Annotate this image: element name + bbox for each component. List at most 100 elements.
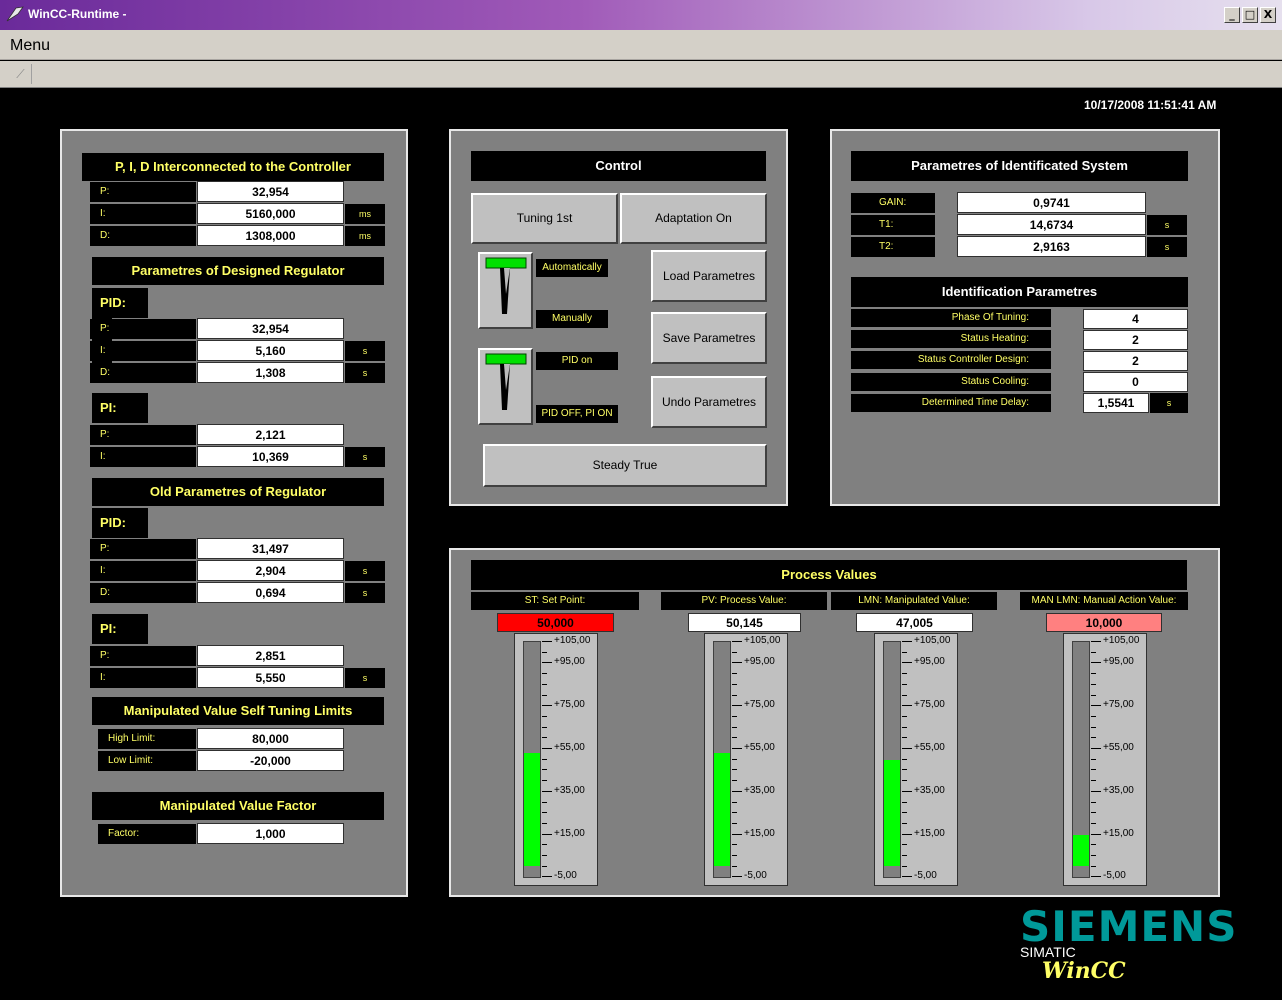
- old-pi-p-label: P:: [90, 646, 196, 666]
- toolbar: ⟋: [0, 61, 1282, 88]
- pid-conn-p-value: 32,954: [197, 181, 344, 202]
- gauge-tick-label: +95,00: [1103, 656, 1134, 667]
- close-button[interactable]: X: [1260, 7, 1276, 23]
- pid-pi-toggle[interactable]: [478, 348, 533, 425]
- gauge-tick-label: +15,00: [554, 828, 585, 839]
- old-pid-d-value: 0,694: [197, 582, 344, 603]
- gauge-major-tick: [902, 791, 912, 792]
- t1-label: T1:: [851, 215, 935, 235]
- gauge-value: 47,005: [856, 613, 973, 632]
- gauge-fill: [1073, 835, 1089, 866]
- gauge-major-tick: [732, 662, 742, 663]
- gauge-minor-tick: [542, 780, 547, 781]
- gauge-minor-tick: [732, 695, 737, 696]
- gauge-minor-tick: [542, 695, 547, 696]
- gauge-minor-tick: [1091, 759, 1096, 760]
- low-limit-label: Low Limit:: [98, 751, 196, 771]
- designed-pi-p-label: P:: [90, 425, 196, 445]
- gauge-minor-tick: [902, 780, 907, 781]
- pid-conn-d-unit: ms: [345, 226, 385, 246]
- timestamp: 10/17/2008 11:51:41 AM: [1084, 98, 1217, 112]
- gain-label: GAIN:: [851, 193, 935, 213]
- load-parametres-button[interactable]: Load Parametres: [651, 250, 767, 302]
- gauge-minor-tick: [902, 866, 907, 867]
- gauge-fill: [884, 760, 900, 866]
- old-pid-label: PID:: [92, 508, 148, 538]
- gauge-tick-label: +55,00: [554, 742, 585, 753]
- gauge-tick-label: +95,00: [914, 656, 945, 667]
- status-cooling-label: Status Cooling:: [851, 373, 1051, 391]
- gauge-minor-tick: [1091, 866, 1096, 867]
- control-title: Control: [471, 151, 766, 181]
- adaptation-on-button[interactable]: Adaptation On: [620, 193, 767, 244]
- gauge-tick-label: +105,00: [1103, 635, 1140, 646]
- gauge-tick-label: +55,00: [914, 742, 945, 753]
- gauge-label: MAN LMN: Manual Action Value:: [1020, 592, 1188, 610]
- gauge-minor-tick: [542, 812, 547, 813]
- designed-pid-i-value: 5,160: [197, 340, 344, 361]
- undo-parametres-button[interactable]: Undo Parametres: [651, 376, 767, 428]
- gauge-minor-tick: [1091, 673, 1096, 674]
- designed-pi-i-label: I:: [90, 447, 196, 467]
- old-regulator-title: Old Parametres of Regulator: [92, 478, 384, 506]
- gauge-minor-tick: [902, 652, 907, 653]
- gauge-major-tick: [542, 641, 552, 642]
- gauge-tick-label: +55,00: [1103, 742, 1134, 753]
- gauge-major-tick: [732, 876, 742, 877]
- old-pid-i-value: 2,904: [197, 560, 344, 581]
- gauge-major-tick: [542, 662, 552, 663]
- gauge-minor-tick: [542, 673, 547, 674]
- gauge-minor-tick: [542, 844, 547, 845]
- designed-pi-i-unit: s: [345, 447, 385, 467]
- maximize-button[interactable]: □: [1242, 7, 1258, 23]
- gauge-minor-tick: [542, 684, 547, 685]
- gauge-minor-tick: [732, 855, 737, 856]
- gauge-tick-label: +35,00: [744, 785, 775, 796]
- designed-pi-p-value: 2,121: [197, 424, 344, 445]
- gauge-major-tick: [1091, 748, 1101, 749]
- gauge-tick-label: +75,00: [744, 699, 775, 710]
- phase-of-tuning-value: 4: [1083, 309, 1188, 329]
- wincc-label: WinCC: [1042, 958, 1126, 984]
- minimize-button[interactable]: _: [1224, 7, 1240, 23]
- gauge-major-tick: [1091, 791, 1101, 792]
- gauge-tick-label: +15,00: [914, 828, 945, 839]
- pid-interconnected-title: P, I, D Interconnected to the Controller: [82, 153, 384, 181]
- old-pi-i-value: 5,550: [197, 667, 344, 688]
- gauge-minor-tick: [732, 844, 737, 845]
- gauge-major-tick: [1091, 834, 1101, 835]
- t2-label: T2:: [851, 237, 935, 257]
- pid-on-label: PID on: [536, 352, 618, 370]
- designed-pi-i-value: 10,369: [197, 446, 344, 467]
- steady-true-button[interactable]: Steady True: [483, 444, 767, 487]
- gauge-major-tick: [902, 834, 912, 835]
- gauge-minor-tick: [902, 737, 907, 738]
- designed-pid-d-unit: s: [345, 363, 385, 383]
- gauge-minor-tick: [1091, 823, 1096, 824]
- designed-pid-i-label: I:: [90, 341, 196, 361]
- gauge-minor-tick: [902, 673, 907, 674]
- designed-pid-p-label: P:: [90, 319, 196, 339]
- gauge-major-tick: [902, 662, 912, 663]
- gauge-minor-tick: [542, 802, 547, 803]
- pid-conn-i-label: I:: [90, 204, 196, 224]
- gauge-tick-label: +35,00: [914, 785, 945, 796]
- auto-manual-toggle[interactable]: [478, 252, 533, 329]
- tuning-1st-button[interactable]: Tuning 1st: [471, 193, 618, 244]
- menu-item-menu[interactable]: Menu: [10, 37, 50, 55]
- gauge-minor-tick: [1091, 812, 1096, 813]
- gauge-minor-tick: [1091, 695, 1096, 696]
- low-limit-value: -20,000: [197, 750, 344, 771]
- save-parametres-button[interactable]: Save Parametres: [651, 312, 767, 364]
- gauge-minor-tick: [1091, 737, 1096, 738]
- gauge-minor-tick: [1091, 727, 1096, 728]
- gauge-minor-tick: [902, 716, 907, 717]
- gauge-minor-tick: [732, 823, 737, 824]
- gauge-label: ST: Set Point:: [471, 592, 639, 610]
- gauge-minor-tick: [902, 759, 907, 760]
- pid-conn-d-value: 1308,000: [197, 225, 344, 246]
- gauge-minor-tick: [1091, 684, 1096, 685]
- gauge-tick-label: +105,00: [914, 635, 951, 646]
- gauge-minor-tick: [732, 652, 737, 653]
- pointer-tool-icon[interactable]: ⟋: [10, 64, 32, 84]
